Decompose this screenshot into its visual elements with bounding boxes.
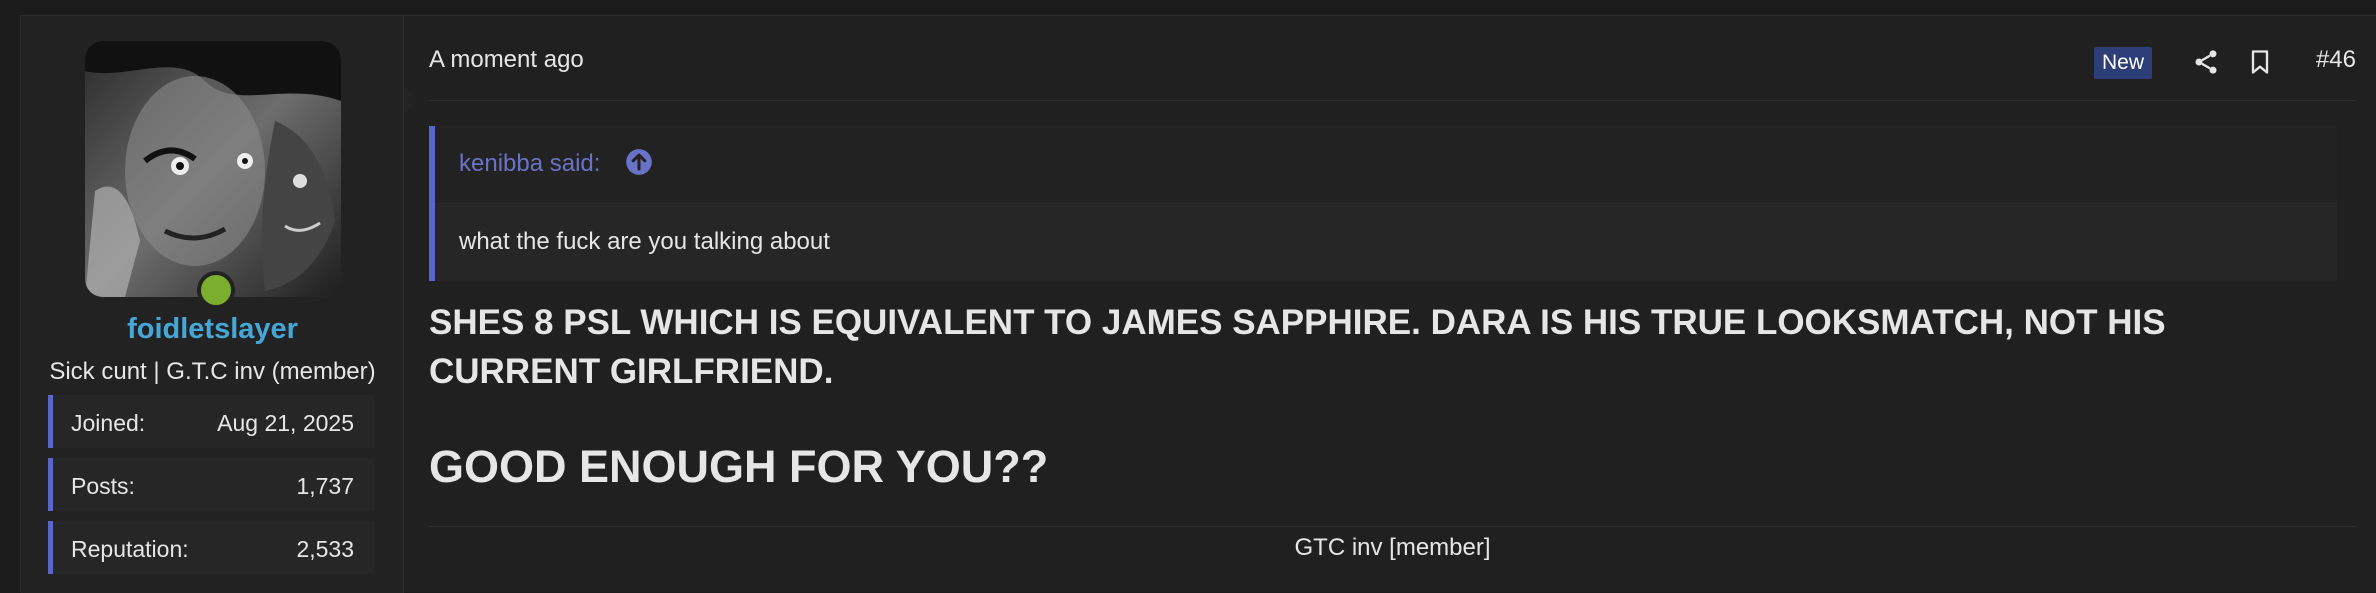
header-divider [429,100,2356,101]
stat-reputation: Reputation: 2,533 [48,521,374,574]
stat-joined: Joined: Aug 21, 2025 [48,395,374,448]
arrow-up-circle-icon[interactable] [625,148,653,176]
post-header-actions: New #46 [2093,42,2356,82]
username-link[interactable]: foidletslayer [21,313,404,346]
signature-divider [429,526,2356,527]
post-message: SHES 8 PSL WHICH IS EQUIVALENT TO JAMES … [429,303,2166,391]
quote-text: what the fuck are you talking about [459,228,830,255]
post-timestamp[interactable]: A moment ago [429,46,584,74]
share-icon[interactable] [2192,48,2220,76]
avatar[interactable] [85,41,341,297]
forum-post: foidletslayer Sick cunt | G.T.C inv (mem… [20,15,2376,593]
online-status-indicator [197,271,235,309]
stat-label: Reputation: [71,536,189,562]
avatar-image [85,41,341,297]
user-signature: GTC inv [member] [1294,534,1491,561]
user-title: Sick cunt | G.T.C inv (member) [49,358,376,385]
quote-block: kenibba said: what the fuck are you talk… [429,126,2337,281]
stat-value: 2,533 [296,536,354,562]
user-panel-arrow [404,86,418,114]
stat-label: Joined: [71,410,146,436]
quote-header: kenibba said: [435,126,2337,204]
new-badge: New [2093,47,2152,79]
stat-label: Posts: [71,473,135,499]
post-number-link[interactable]: #46 [2316,46,2356,74]
stat-value: 1,737 [296,473,354,499]
bookmark-icon[interactable] [2246,48,2274,76]
quote-author-link[interactable]: kenibba said: [459,150,600,178]
post-message-emphasis: GOOD ENOUGH FOR YOU?? [429,441,1049,492]
stat-value: Aug 21, 2025 [217,410,354,436]
stat-posts: Posts: 1,737 [48,458,374,511]
user-info-panel: foidletslayer Sick cunt | G.T.C inv (mem… [21,16,404,593]
